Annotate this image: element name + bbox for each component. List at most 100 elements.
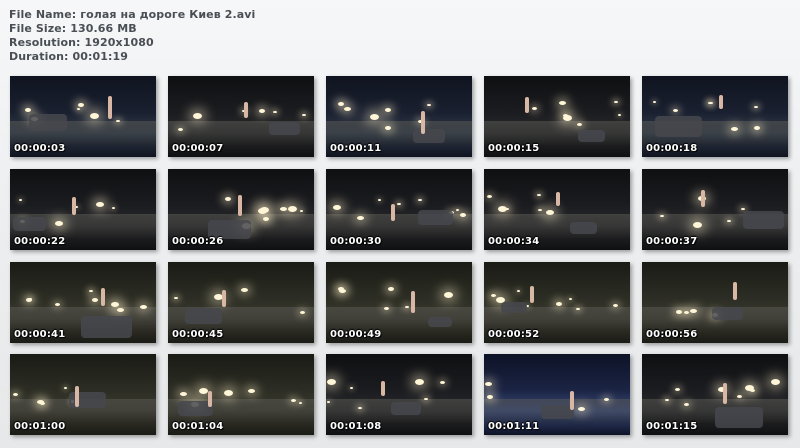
headlight-glow bbox=[388, 287, 394, 291]
video-frame-thumbnail[interactable]: 00:00:49 bbox=[326, 262, 472, 343]
headlight-glow bbox=[29, 298, 32, 300]
video-frame-thumbnail[interactable]: 00:00:18 bbox=[642, 76, 788, 157]
car-silhouette bbox=[418, 210, 453, 225]
headlight-glow bbox=[338, 102, 344, 106]
headlight-glow bbox=[745, 385, 754, 391]
road-surface bbox=[484, 120, 630, 145]
video-frame-thumbnail[interactable]: 00:00:41 bbox=[10, 262, 156, 343]
headlight-glow bbox=[174, 297, 178, 299]
headlight-glow bbox=[456, 209, 459, 211]
headlight-glow bbox=[300, 210, 303, 212]
person-figure bbox=[391, 204, 395, 221]
car-silhouette bbox=[413, 129, 445, 143]
headlight-glow bbox=[25, 108, 31, 112]
video-frame-thumbnail[interactable]: 00:00:56 bbox=[642, 262, 788, 343]
headlight-glow bbox=[653, 101, 656, 103]
person-figure bbox=[570, 391, 574, 410]
video-frame-thumbnail[interactable]: 00:00:52 bbox=[484, 262, 630, 343]
headlight-glow bbox=[559, 101, 566, 105]
headlight-glow bbox=[180, 392, 187, 396]
headlight-glow bbox=[487, 395, 493, 399]
headlight-glow bbox=[741, 208, 745, 210]
video-frame-thumbnail[interactable]: 00:00:03 bbox=[10, 76, 156, 157]
headlight-glow bbox=[693, 222, 702, 228]
headlight-glow bbox=[577, 123, 582, 126]
frame-timestamp: 00:01:04 bbox=[172, 421, 224, 432]
frame-timestamp: 00:00:11 bbox=[330, 143, 382, 154]
headlight-glow bbox=[460, 213, 466, 217]
headlight-glow bbox=[424, 398, 428, 400]
headlight-glow bbox=[178, 128, 183, 131]
headlight-glow bbox=[111, 302, 119, 307]
video-frame-thumbnail[interactable]: 00:01:04 bbox=[168, 354, 314, 435]
headlight-glow bbox=[327, 401, 330, 403]
headlight-glow bbox=[690, 309, 697, 313]
headlight-glow bbox=[538, 209, 542, 211]
headlight-glow bbox=[116, 120, 120, 122]
headlight-glow bbox=[569, 298, 572, 300]
video-frame-thumbnail[interactable]: 00:01:08 bbox=[326, 354, 472, 435]
headlight-glow bbox=[517, 290, 520, 292]
person-figure bbox=[719, 95, 723, 109]
video-frame-thumbnail[interactable]: 00:00:26 bbox=[168, 169, 314, 250]
headlight-glow bbox=[280, 207, 287, 211]
video-frame-thumbnail[interactable]: 00:01:00 bbox=[10, 354, 156, 435]
frame-timestamp: 00:00:30 bbox=[330, 236, 382, 247]
video-frame-thumbnail[interactable]: 00:00:45 bbox=[168, 262, 314, 343]
headlight-glow bbox=[665, 399, 669, 401]
frame-timestamp: 00:00:56 bbox=[646, 329, 698, 340]
video-frame-thumbnail[interactable]: 00:01:11 bbox=[484, 354, 630, 435]
headlight-glow bbox=[350, 387, 353, 389]
headlight-glow bbox=[754, 126, 760, 130]
headlight-glow bbox=[385, 108, 391, 112]
car-silhouette bbox=[570, 222, 597, 234]
headlight-glow bbox=[299, 402, 302, 404]
headlight-glow bbox=[199, 388, 208, 394]
headlight-glow bbox=[754, 106, 758, 108]
car-silhouette bbox=[185, 308, 222, 324]
car-silhouette bbox=[715, 407, 763, 428]
headlight-glow bbox=[576, 308, 580, 310]
headlight-glow bbox=[546, 210, 554, 215]
video-frame-thumbnail[interactable]: 00:00:34 bbox=[484, 169, 630, 250]
headlight-glow bbox=[344, 107, 351, 111]
headlight-glow bbox=[537, 194, 541, 196]
video-frame-thumbnail[interactable]: 00:00:37 bbox=[642, 169, 788, 250]
headlight-glow bbox=[771, 379, 780, 385]
headlight-glow bbox=[415, 379, 424, 385]
frame-timestamp: 00:00:03 bbox=[14, 143, 66, 154]
headlight-glow bbox=[90, 113, 99, 119]
headlight-glow bbox=[140, 305, 147, 309]
video-frame-thumbnail[interactable]: 00:00:22 bbox=[10, 169, 156, 250]
video-frame-thumbnail[interactable]: 00:00:07 bbox=[168, 76, 314, 157]
frame-timestamp: 00:00:45 bbox=[172, 329, 224, 340]
headlight-glow bbox=[532, 107, 537, 110]
person-figure bbox=[701, 190, 705, 207]
frame-timestamp: 00:00:26 bbox=[172, 236, 224, 247]
headlight-glow bbox=[259, 109, 265, 113]
headlight-glow bbox=[444, 292, 453, 298]
headlight-glow bbox=[273, 111, 277, 113]
headlight-glow bbox=[37, 400, 44, 404]
headlight-glow bbox=[19, 199, 22, 201]
headlight-glow bbox=[405, 306, 409, 308]
person-figure bbox=[72, 197, 76, 215]
headlight-glow bbox=[370, 114, 379, 120]
headlight-glow bbox=[64, 387, 67, 389]
headlight-glow bbox=[556, 302, 562, 306]
video-frame-thumbnail[interactable]: 00:00:15 bbox=[484, 76, 630, 157]
car-silhouette bbox=[501, 302, 527, 313]
video-frame-thumbnail[interactable]: 00:00:30 bbox=[326, 169, 472, 250]
person-figure bbox=[75, 386, 79, 407]
headlight-glow bbox=[397, 203, 401, 205]
car-silhouette bbox=[391, 402, 421, 415]
video-frame-thumbnail[interactable]: 00:00:11 bbox=[326, 76, 472, 157]
person-figure bbox=[530, 286, 534, 303]
video-frame-thumbnail[interactable]: 00:01:15 bbox=[642, 354, 788, 435]
person-figure bbox=[381, 381, 385, 396]
frame-timestamp: 00:00:34 bbox=[488, 236, 540, 247]
headlight-glow bbox=[224, 390, 233, 396]
person-figure bbox=[101, 288, 105, 306]
frame-timestamp: 00:01:00 bbox=[14, 421, 66, 432]
road-surface bbox=[484, 213, 630, 238]
